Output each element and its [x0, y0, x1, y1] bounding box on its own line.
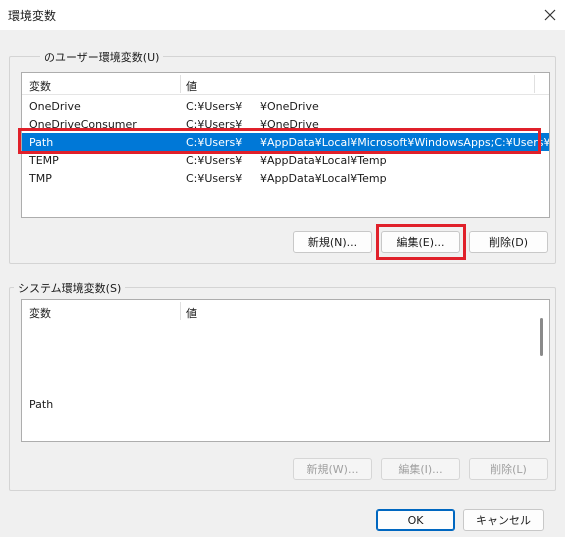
system-variables-label: システム環境変数(S): [14, 280, 126, 296]
system-variables-list[interactable]: 変数 値 Path: [21, 299, 550, 442]
ok-button[interactable]: OK: [376, 509, 455, 531]
header-divider: [534, 75, 535, 93]
table-row[interactable]: OneDriveConsumer C:¥Users¥ ¥OneDrive: [22, 115, 549, 133]
table-row[interactable]: Path: [22, 395, 549, 413]
window-title: 環境変数: [8, 9, 57, 23]
user-col-value[interactable]: 値: [186, 78, 197, 94]
system-new-button[interactable]: 新規(W)...: [293, 458, 372, 480]
system-col-name[interactable]: 変数: [29, 305, 51, 321]
table-row-selected[interactable]: Path C:¥Users¥ ¥AppData¥Local¥Microsoft¥…: [22, 133, 549, 151]
var-name: Path: [29, 398, 54, 411]
user-list-header: 変数 値: [22, 73, 549, 95]
user-variables-label: のユーザー環境変数(U): [40, 49, 164, 65]
system-edit-button[interactable]: 編集(I)...: [381, 458, 460, 480]
var-value-prefix: C:¥Users¥: [186, 100, 243, 113]
var-value-prefix: C:¥Users¥: [186, 172, 243, 185]
header-divider: [180, 302, 181, 320]
var-name: TMP: [29, 172, 52, 185]
close-icon: [544, 9, 556, 21]
var-value-suffix: ¥AppData¥Local¥Temp: [260, 172, 387, 185]
var-name: OneDrive: [29, 100, 81, 113]
var-name: Path: [29, 136, 54, 149]
var-value-suffix: ¥OneDrive: [260, 100, 319, 113]
table-row[interactable]: TEMP C:¥Users¥ ¥AppData¥Local¥Temp: [22, 151, 549, 169]
system-list-header: 変数 値: [22, 300, 549, 322]
var-value-suffix: ¥OneDrive: [260, 118, 319, 131]
title-bar: 環境変数: [0, 0, 565, 30]
system-col-value[interactable]: 値: [186, 305, 197, 321]
var-value-prefix: C:¥Users¥: [186, 136, 243, 149]
table-row[interactable]: TMP C:¥Users¥ ¥AppData¥Local¥Temp: [22, 169, 549, 187]
var-value-prefix: C:¥Users¥: [186, 118, 243, 131]
close-button[interactable]: [535, 0, 565, 30]
var-value-prefix: C:¥Users¥: [186, 154, 243, 167]
table-row[interactable]: OneDrive C:¥Users¥ ¥OneDrive: [22, 97, 549, 115]
var-name: TEMP: [29, 154, 59, 167]
user-new-button[interactable]: 新規(N)...: [293, 231, 372, 253]
system-delete-button[interactable]: 削除(L): [469, 458, 548, 480]
var-value-suffix: ¥AppData¥Local¥Temp: [260, 154, 387, 167]
var-value-suffix: ¥AppData¥Local¥Microsoft¥WindowsApps;C:¥…: [260, 136, 550, 149]
vertical-scrollbar[interactable]: [540, 318, 543, 356]
user-delete-button[interactable]: 削除(D): [469, 231, 548, 253]
user-col-name[interactable]: 変数: [29, 78, 51, 94]
cancel-button[interactable]: キャンセル: [463, 509, 544, 531]
user-variables-list[interactable]: 変数 値 OneDrive C:¥Users¥ ¥OneDrive OneDri…: [21, 72, 550, 218]
var-name: OneDriveConsumer: [29, 118, 137, 131]
header-divider: [180, 75, 181, 93]
user-edit-button[interactable]: 編集(E)...: [381, 231, 460, 253]
